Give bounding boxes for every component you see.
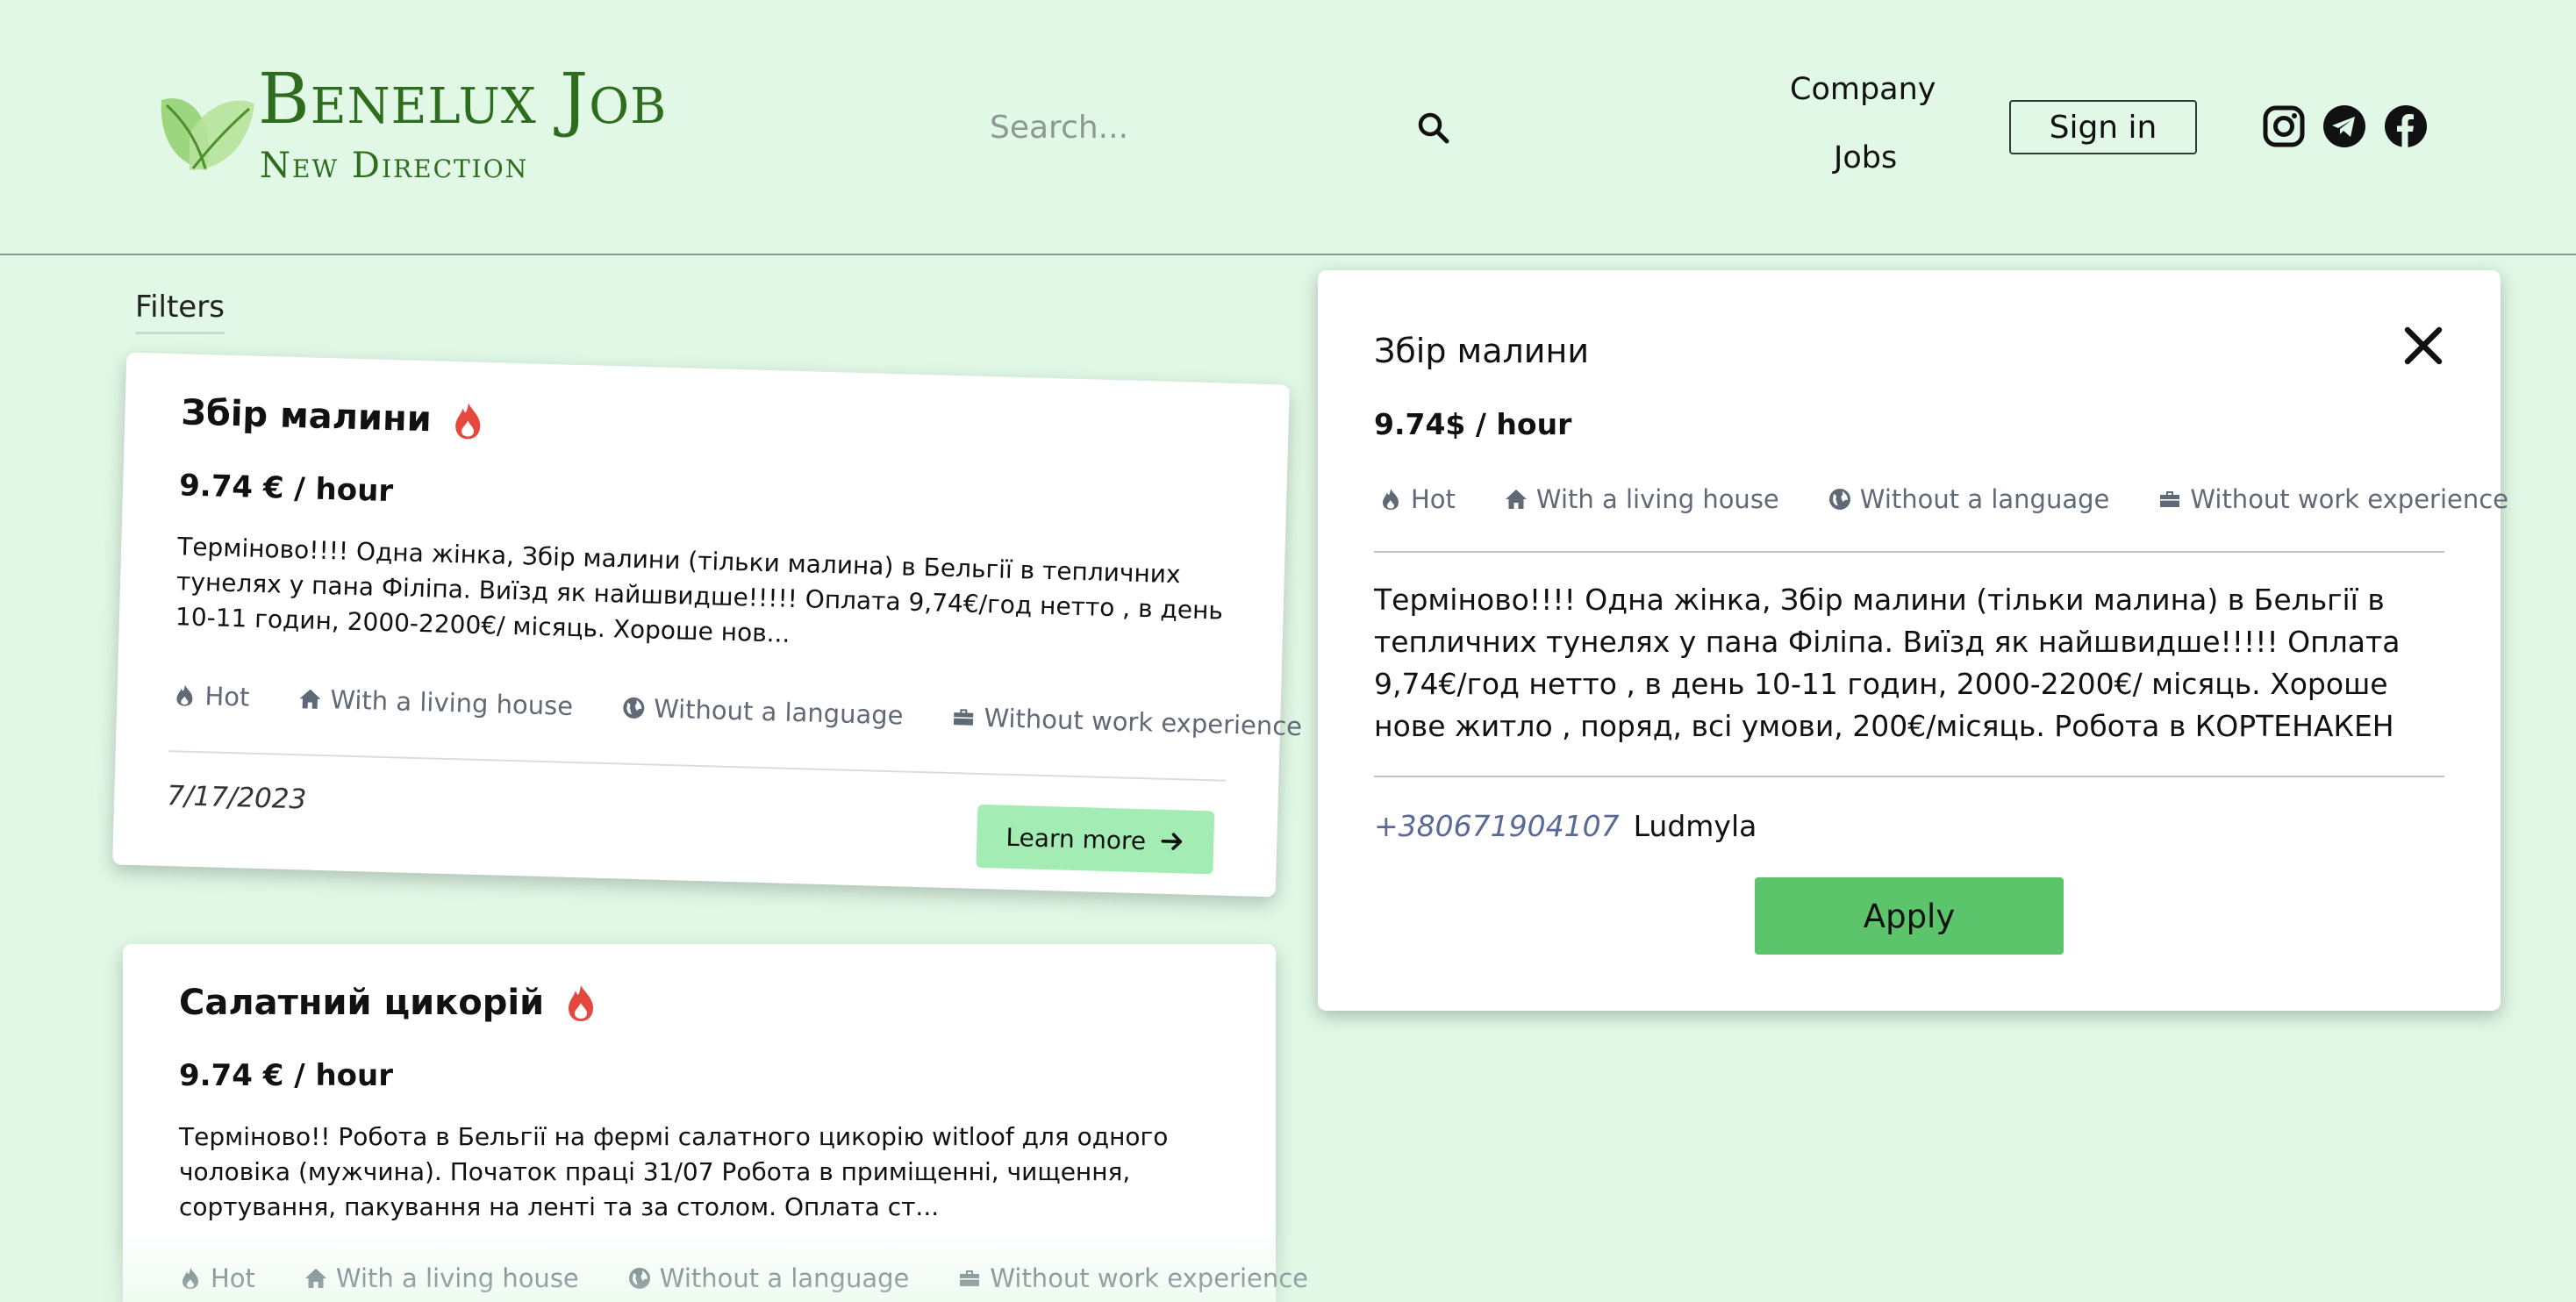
tag-no-language: Without a language [622, 693, 905, 731]
tag-no-experience: Without work experience [2158, 484, 2508, 514]
globe-icon [623, 697, 645, 719]
search-box [974, 97, 1465, 158]
nav-company-link[interactable]: Company [1790, 72, 1936, 107]
tag-living-house: With a living house [304, 1263, 579, 1293]
job-tags: Hot With a living house Without a langua… [179, 1263, 1308, 1293]
detail-price: 9.74$ / hour [1374, 407, 1572, 441]
tag-label: Without a language [1859, 484, 2110, 514]
tag-living-house: With a living house [298, 683, 574, 721]
tag-no-experience: Without work experience [952, 702, 1303, 742]
telegram-icon[interactable] [2322, 104, 2366, 148]
tag-living-house: With a living house [1505, 484, 1779, 514]
close-icon[interactable] [2402, 325, 2444, 367]
job-price: 9.74 € / hour [179, 1058, 394, 1093]
fire-icon [176, 684, 193, 706]
sign-in-button[interactable]: Sign in [2009, 100, 2197, 154]
filters-toggle[interactable]: Filters [135, 290, 225, 334]
contact-name: Ludmyla [1633, 809, 1757, 843]
tag-label: Hot [211, 1263, 255, 1293]
tag-label: Without a language [659, 1263, 910, 1293]
logo-title: Benelux Job [258, 58, 668, 140]
logo-subtitle: New Direction [260, 146, 529, 186]
detail-divider [1374, 551, 2444, 553]
job-title: Салатний цикорій [179, 983, 545, 1023]
job-title-row: Салатний цикорій [179, 983, 598, 1023]
fire-icon [569, 985, 594, 1021]
tag-label: Hot [204, 681, 250, 712]
tag-label: With a living house [329, 684, 574, 721]
card-divider [168, 750, 1227, 782]
tag-label: With a living house [1535, 484, 1779, 514]
house-icon [299, 689, 321, 709]
phone-link[interactable]: +380671904107 [1374, 809, 1620, 843]
tag-hot: Hot [1379, 484, 1456, 514]
contact-info: +380671904107 Ludmyla [1374, 809, 1757, 843]
apply-button[interactable]: Apply [1755, 877, 2064, 955]
job-description: Терміново!!!! Одна жінка, Збір малини (т… [175, 532, 1224, 648]
tag-no-experience: Without work experience [958, 1263, 1308, 1293]
job-title: Збір малини [180, 392, 433, 440]
detail-description: Терміново!!!! Одна жінка, Збір малини (т… [1374, 583, 2401, 743]
instagram-icon[interactable] [2262, 104, 2306, 148]
tag-label: Without a language [653, 693, 905, 731]
leaf-logo-icon [161, 98, 254, 170]
job-card[interactable]: Збір малини 9.74 € / hour Терміново!!!! … [112, 352, 1303, 898]
detail-title: Збір малини [1374, 332, 1590, 370]
tag-no-language: Without a language [628, 1263, 910, 1293]
job-date: 7/17/2023 [166, 780, 307, 816]
tag-label: With a living house [335, 1263, 579, 1293]
arrow-right-icon [1161, 833, 1182, 850]
globe-icon [628, 1268, 650, 1289]
learn-more-button[interactable]: Learn more [976, 804, 1215, 875]
job-card[interactable]: Салатний цикорій 9.74 € / hour Терміново… [123, 944, 1308, 1302]
job-description: Терміново!! Робота в Бельгії на фермі са… [179, 1122, 1169, 1221]
site-logo[interactable]: Benelux Job New Direction [154, 58, 666, 197]
fire-icon [182, 1268, 198, 1289]
search-input[interactable] [974, 97, 1395, 158]
house-icon [1505, 490, 1527, 509]
job-detail-panel: Збір малини 9.74$ / hour Hot With a livi… [1318, 270, 2508, 1011]
house-icon [304, 1269, 326, 1288]
briefcase-icon [954, 709, 974, 726]
briefcase-icon [960, 1270, 980, 1286]
learn-more-label: Learn more [1005, 822, 1147, 855]
fire-icon [1383, 489, 1399, 510]
tag-label: Without work experience [2190, 484, 2509, 514]
tag-label: Hot [1411, 484, 1456, 514]
tag-hot: Hot [179, 1263, 255, 1293]
globe-icon [1828, 489, 1850, 510]
nav-jobs-link[interactable]: Jobs [1834, 140, 1897, 175]
facebook-icon[interactable] [2384, 104, 2428, 148]
tag-label: Without work experience [990, 1263, 1309, 1293]
search-icon[interactable] [1416, 111, 1451, 146]
tag-label: Without work experience [984, 703, 1303, 742]
briefcase-icon [2160, 491, 2180, 507]
job-title-row: Збір малини [181, 392, 486, 441]
detail-divider [1374, 776, 2444, 777]
site-header: Benelux Job New Direction Company Jobs S… [0, 0, 2576, 255]
job-tags: Hot With a living house Without a langua… [173, 680, 1303, 742]
tag-hot: Hot [173, 680, 250, 712]
fire-icon [455, 403, 481, 440]
tag-no-language: Without a language [1828, 484, 2110, 514]
job-price: 9.74 € / hour [178, 468, 394, 510]
detail-tags: Hot With a living house Without a langua… [1379, 484, 2508, 514]
